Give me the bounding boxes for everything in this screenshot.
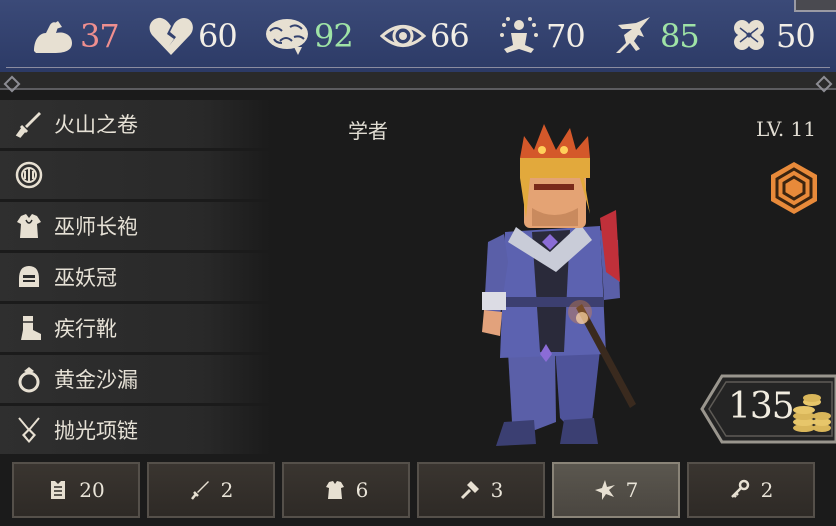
key-icon bbox=[730, 479, 749, 498]
tab-weapons[interactable]: 2 bbox=[147, 462, 275, 518]
equip-slot-label: 黄金沙漏 bbox=[54, 368, 138, 392]
agility-icon bbox=[616, 17, 650, 53]
clover-icon bbox=[734, 20, 764, 50]
boot-icon bbox=[14, 313, 44, 343]
stat-strength: 37 bbox=[30, 12, 120, 60]
equip-slot-label: 抛光项链 bbox=[54, 419, 138, 443]
hexagon-icon bbox=[771, 162, 817, 214]
stats-bar: 37 60 92 66 70 85 50 bbox=[0, 0, 836, 74]
stat-luck-value: 50 bbox=[776, 17, 816, 55]
stat-vitality: 60 bbox=[148, 12, 238, 60]
character-level: LV. 11 bbox=[755, 117, 816, 141]
tab-count: 2 bbox=[220, 478, 234, 502]
armor-icon bbox=[51, 481, 66, 499]
eye-icon bbox=[380, 25, 426, 47]
meditation-icon bbox=[500, 17, 538, 53]
equip-slot-label: 疾行靴 bbox=[54, 317, 117, 341]
tab-count: 2 bbox=[760, 478, 774, 502]
tab-tools[interactable]: 3 bbox=[417, 462, 545, 518]
stat-vitality-value: 60 bbox=[198, 17, 238, 55]
broken-heart-icon bbox=[149, 17, 193, 55]
equip-slot-body[interactable]: 巫师长袍 bbox=[0, 202, 270, 250]
equip-slot-label: 火山之卷 bbox=[54, 113, 138, 137]
equipment-list: 火山之卷 巫师长袍 巫妖冠 疾行靴 黄金沙漏 抛光项链 bbox=[0, 100, 270, 457]
equip-slot-head[interactable]: 巫妖冠 bbox=[0, 253, 270, 301]
gold-counter: 135 bbox=[700, 374, 836, 444]
shield-icon bbox=[14, 160, 44, 190]
strength-arm-icon bbox=[34, 21, 72, 53]
tab-count: 20 bbox=[79, 478, 105, 502]
tab-materials[interactable]: 7 bbox=[552, 462, 680, 518]
character-model bbox=[482, 124, 636, 446]
tab-robes[interactable]: 6 bbox=[282, 462, 410, 518]
stat-intelligence: 92 bbox=[264, 12, 354, 60]
equip-slot-neck[interactable]: 抛光项链 bbox=[0, 406, 270, 454]
sword-icon bbox=[190, 481, 209, 500]
tab-count: 3 bbox=[490, 478, 504, 502]
inventory-tabs: 20 2 6 3 7 2 bbox=[12, 462, 832, 518]
star-shard-icon bbox=[594, 480, 615, 500]
stat-luck: 50 bbox=[726, 12, 816, 60]
necklace-icon bbox=[14, 415, 44, 445]
tab-count: 7 bbox=[625, 478, 639, 502]
corner-tab bbox=[794, 0, 836, 12]
hex-badge-button[interactable] bbox=[766, 160, 822, 216]
stat-intelligence-value: 92 bbox=[314, 17, 354, 55]
equip-slot-shield[interactable] bbox=[0, 151, 270, 199]
character-class: 学者 bbox=[348, 119, 388, 143]
robe-icon bbox=[325, 481, 344, 499]
gold-amount: 135 bbox=[728, 386, 795, 427]
stat-perception-value: 66 bbox=[430, 17, 470, 55]
equip-slot-ring[interactable]: 黄金沙漏 bbox=[0, 355, 270, 403]
sword-icon bbox=[14, 109, 44, 139]
equip-slot-label: 巫妖冠 bbox=[54, 266, 117, 290]
stat-perception: 66 bbox=[380, 12, 470, 60]
equip-slot-weapon[interactable]: 火山之卷 bbox=[0, 100, 270, 148]
stat-agility-value: 85 bbox=[660, 17, 700, 55]
tab-count: 6 bbox=[355, 478, 369, 502]
tab-keys[interactable]: 2 bbox=[687, 462, 815, 518]
equip-slot-feet[interactable]: 疾行靴 bbox=[0, 304, 270, 352]
tab-armor[interactable]: 20 bbox=[12, 462, 140, 518]
stat-spirit: 70 bbox=[496, 12, 586, 60]
header-separator bbox=[0, 72, 836, 90]
hammer-icon bbox=[460, 481, 479, 500]
stat-strength-value: 37 bbox=[80, 17, 120, 55]
stat-agility: 85 bbox=[610, 12, 700, 60]
ring-icon bbox=[14, 364, 44, 394]
brain-icon bbox=[266, 19, 308, 55]
helmet-icon bbox=[14, 262, 44, 292]
equip-slot-label: 巫师长袍 bbox=[54, 215, 138, 239]
robe-icon bbox=[14, 211, 44, 241]
stat-spirit-value: 70 bbox=[546, 17, 586, 55]
